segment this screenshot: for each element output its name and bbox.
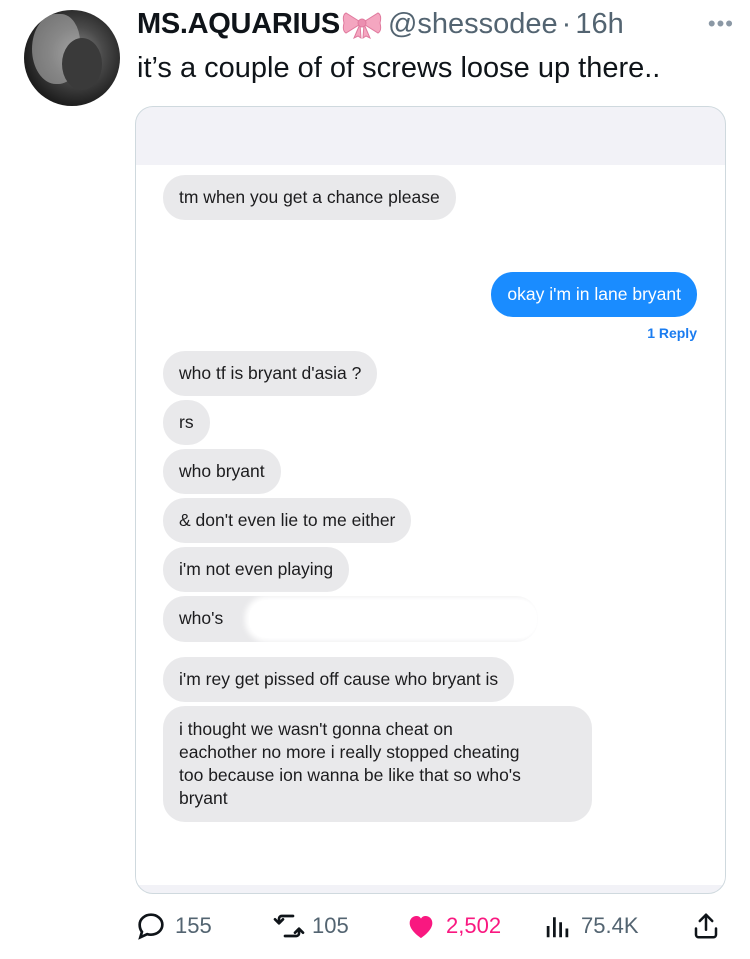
display-name[interactable]: MS.AQUARIUS (137, 8, 340, 41)
tweet-action-bar: 155 105 2,502 75.4K (135, 910, 725, 950)
message-line: too because ion wanna be like that so wh… (179, 765, 521, 785)
message-bubble-received: i'm rey get pissed off cause who bryant … (163, 657, 515, 702)
message-bubble-received: i'm not even playing (163, 547, 350, 592)
message-line: eachother no more i really stopped cheat… (179, 742, 520, 762)
redaction-scribble (249, 600, 537, 638)
message-line: i thought we wasn't gonna cheat on (179, 719, 453, 739)
analytics-bars-icon (546, 917, 569, 938)
ellipsis-icon[interactable]: ••• (708, 11, 734, 37)
message-bubble-received: who's (163, 596, 538, 642)
reply-count: 155 (175, 913, 212, 938)
share-icon (694, 913, 718, 939)
heart-icon (409, 916, 433, 938)
message-bubble-received: i thought we wasn't gonna cheat on eacho… (163, 706, 592, 822)
message-bubble-received: tm when you get a chance please (163, 175, 456, 220)
reply-count-label[interactable]: 1 Reply (647, 325, 697, 341)
message-bubble-received: & don't even lie to me either (163, 498, 412, 543)
separator-dot: · (561, 7, 572, 40)
message-bubble-received: who bryant (163, 449, 281, 494)
tweet-media-image[interactable]: tm when you get a chance please okay i'm… (135, 106, 726, 894)
user-handle[interactable]: @shessodee (388, 8, 558, 41)
tweet-text: it’s a couple of of screws loose up ther… (137, 52, 661, 84)
avatar[interactable] (24, 10, 120, 106)
ribbon-bow-icon (342, 12, 382, 39)
tweet-header: MS.AQUARIUS @shessodee · 16h ••• (137, 6, 734, 42)
retweet-icon (273, 914, 305, 938)
share-button[interactable] (691, 910, 721, 942)
message-bubble-sent: okay i'm in lane bryant (491, 272, 697, 317)
like-button[interactable]: 2,502 (404, 910, 501, 942)
timestamp[interactable]: 16h (575, 8, 623, 41)
message-line: bryant (179, 788, 228, 808)
retweet-count: 105 (312, 913, 349, 938)
message-bubble-received: who tf is bryant d'asia ? (163, 351, 378, 396)
message-text: who's (179, 608, 224, 628)
views-button[interactable]: 75.4K (543, 910, 639, 942)
reply-icon (138, 913, 164, 940)
avatar-face (62, 38, 102, 90)
like-count: 2,502 (446, 913, 502, 938)
message-bubble-received: rs (163, 400, 210, 445)
reply-button[interactable]: 155 (135, 910, 212, 942)
message-thread: tm when you get a chance please okay i'm… (136, 165, 725, 885)
retweet-button[interactable]: 105 (272, 910, 349, 942)
view-count: 75.4K (581, 913, 639, 938)
